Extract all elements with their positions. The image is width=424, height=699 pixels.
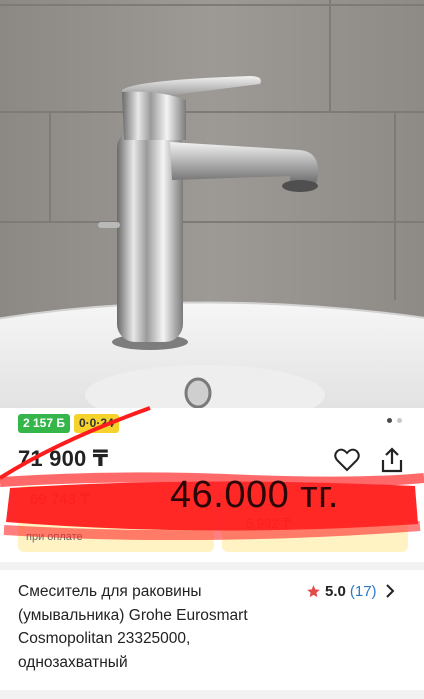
share-icon[interactable] xyxy=(378,446,406,474)
badges-row: 2 157 Б 0·0·24 xyxy=(18,414,119,433)
section-divider xyxy=(0,562,424,570)
faucet-photo xyxy=(0,0,424,408)
old-price: 69 743 ₸ xyxy=(30,491,90,508)
rating-count[interactable]: (17) xyxy=(350,583,377,600)
star-icon xyxy=(307,584,320,597)
monthly-payment: 5 992 ₸ xyxy=(246,516,291,531)
heart-icon[interactable] xyxy=(334,448,360,472)
product-title: Смеситель для раковины (умывальника) Gro… xyxy=(18,583,248,671)
image-pager[interactable] xyxy=(387,418,402,423)
pager-dot[interactable] xyxy=(397,418,402,423)
pager-dot[interactable] xyxy=(387,418,392,423)
bonus-badge: 2 157 Б xyxy=(18,414,70,433)
installment-badge: 0·0·24 xyxy=(74,414,119,433)
chevron-right-icon[interactable] xyxy=(385,584,395,598)
overlay-price: 46.000 тг. xyxy=(170,474,339,516)
rating[interactable]: 5.0 (17) xyxy=(306,580,395,602)
product-image[interactable] xyxy=(0,0,424,408)
current-price: 71 900 ₸ xyxy=(18,446,109,471)
rating-value: 5.0 xyxy=(325,582,346,600)
bottom-divider xyxy=(0,690,424,699)
pay-note: при оплате xyxy=(26,531,83,543)
